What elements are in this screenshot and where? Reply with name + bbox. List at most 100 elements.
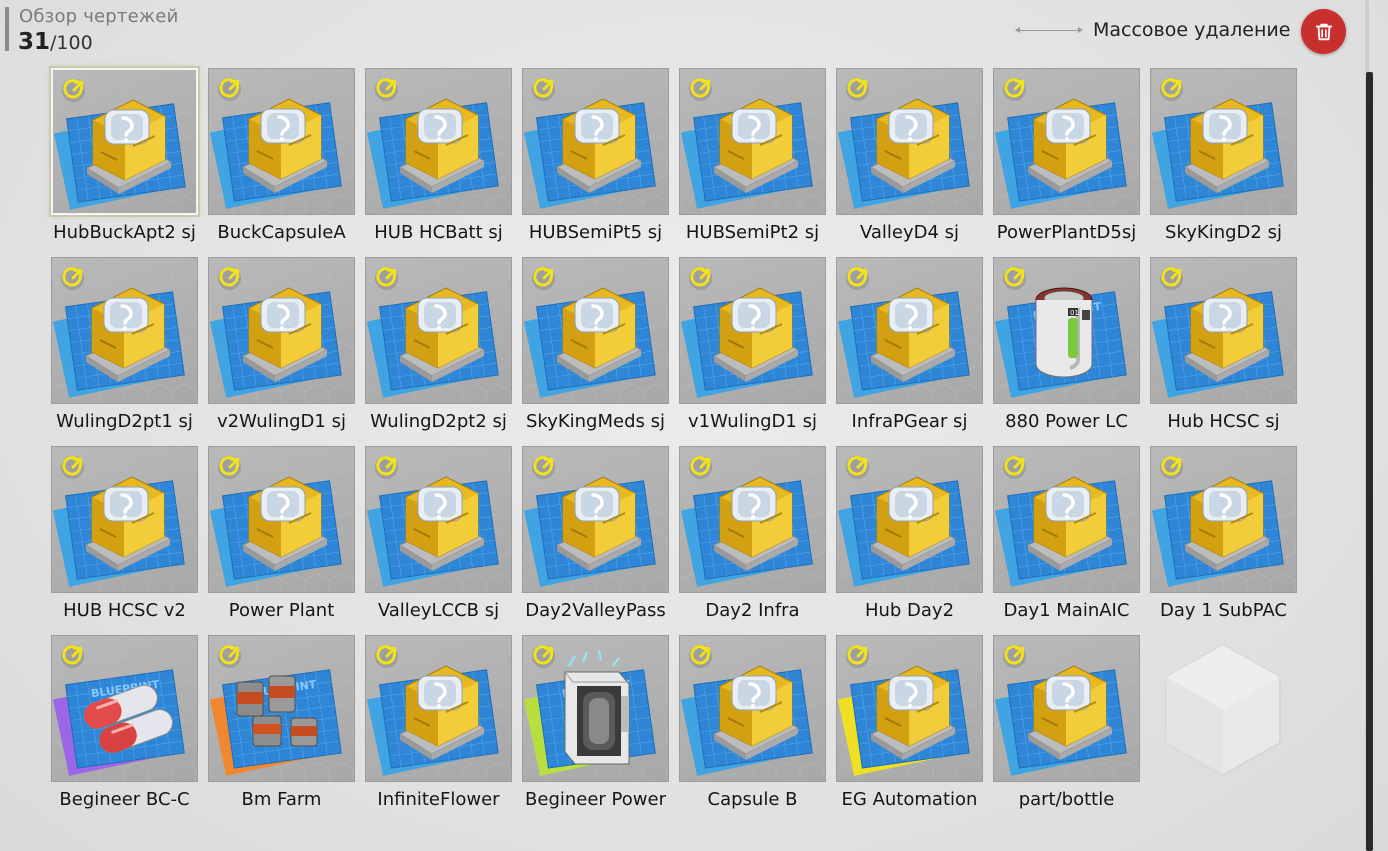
blueprint-tile[interactable]: BLUEPRINT Hub Day2	[836, 446, 983, 635]
blueprint-tile[interactable]: BLUEPRINT WulingD2pt1 sj	[51, 257, 198, 446]
blueprint-tile[interactable]: BLUEPRINT SkyKingMeds sj	[522, 257, 669, 446]
blueprint-tile[interactable]: BLUEPRINT HUBSemiPt5 sj	[522, 68, 669, 257]
rotate-arrow-icon	[60, 266, 85, 291]
blueprint-tile[interactable]: BLUEPRINT Hub HCSC sj	[1150, 257, 1297, 446]
blueprint-tile[interactable]: BLUEPRINT HubBuckApt2 sj	[51, 68, 198, 257]
blueprint-thumbnail[interactable]: BLUEPRINT	[365, 257, 512, 404]
blueprint-label: v1WulingD1 sj	[688, 411, 817, 432]
blueprint-label: Begineer BC-C	[59, 789, 190, 810]
count-max: /100	[50, 32, 93, 54]
trash-icon	[1315, 23, 1332, 40]
blueprint-thumbnail[interactable]: BLUEPRINT	[1150, 257, 1297, 404]
blueprint-label: Capsule B	[707, 789, 798, 810]
blueprint-thumbnail[interactable]: BLUEPRINT	[679, 68, 826, 215]
blueprint-label: 880 Power LC	[1005, 411, 1128, 432]
blueprint-thumbnail[interactable]: BLUEPRINT	[836, 446, 983, 593]
blueprint-thumbnail[interactable]: BLUEPRINT	[208, 68, 355, 215]
blueprint-tile[interactable]: BLUEPRINT HUBSemiPt2 sj	[679, 68, 826, 257]
rotate-arrow-icon	[845, 455, 870, 480]
blueprint-label: WulingD2pt2 sj	[370, 411, 507, 432]
blueprint-label: WulingD2pt1 sj	[56, 411, 193, 432]
blueprint-tile[interactable]: BLUEPRINT SkyKingD2 sj	[1150, 68, 1297, 257]
rotate-arrow-icon	[1002, 455, 1027, 480]
blueprint-thumbnail[interactable]: BLUEPRINT	[208, 446, 355, 593]
blueprint-thumbnail[interactable]: BLUEPRINT	[208, 635, 355, 782]
blueprint-tile[interactable]: BLUEPRINT HUB HCSC v2	[51, 446, 198, 635]
blueprint-tile[interactable]: BLUEPRINT InfiniteFlower	[365, 635, 512, 824]
blueprint-thumbnail[interactable]: BLUEPRINT	[679, 446, 826, 593]
blueprint-tile[interactable]: BLUEPRINT BuckCapsuleA	[208, 68, 355, 257]
blueprint-tile[interactable]: BLUEPRINT Day2 Infra	[679, 446, 826, 635]
blueprint-tile[interactable]: BLUEPRINT 01 880 Power LC	[993, 257, 1140, 446]
blueprint-label: InfraPGear sj	[851, 411, 968, 432]
blueprint-label: HUB HCBatt sj	[374, 222, 503, 243]
blueprint-thumbnail[interactable]: BLUEPRINT	[836, 257, 983, 404]
rotate-arrow-icon	[374, 266, 399, 291]
blueprint-thumbnail[interactable]: BLUEPRINT	[51, 446, 198, 593]
rotate-arrow-icon	[531, 266, 556, 291]
blueprint-tile[interactable]: BLUEPRINT EG Automation	[836, 635, 983, 824]
blueprint-thumbnail[interactable]: BLUEPRINT	[365, 68, 512, 215]
blueprint-tile[interactable]: BLUEPRINT Begineer BC-C	[51, 635, 198, 824]
blueprint-thumbnail[interactable]: BLUEPRINT	[1150, 68, 1297, 215]
blueprint-tile[interactable]: BLUEPRINT Bm Farm	[208, 635, 355, 824]
blueprint-thumbnail[interactable]: BLUEPRINT	[365, 635, 512, 782]
blueprint-tile[interactable]: BLUEPRINT v2WulingD1 sj	[208, 257, 355, 446]
rotate-arrow-icon	[688, 77, 713, 102]
blueprint-tile[interactable]: BLUEPRINT Power Plant	[208, 446, 355, 635]
rotate-arrow-icon	[688, 266, 713, 291]
scrollbar-thumb[interactable]	[1366, 72, 1373, 851]
blueprint-thumbnail[interactable]: BLUEPRINT	[51, 257, 198, 404]
blueprint-thumbnail[interactable]: BLUEPRINT	[522, 68, 669, 215]
rotate-arrow-icon	[688, 455, 713, 480]
blueprint-thumbnail[interactable]: BLUEPRINT	[993, 635, 1140, 782]
blueprint-thumbnail[interactable]: BLUEPRINT	[993, 68, 1140, 215]
blueprint-thumbnail[interactable]: BLUEPRINT	[51, 635, 198, 782]
mass-delete-label[interactable]: Массовое удаление	[1093, 19, 1290, 41]
rotate-arrow-icon	[60, 644, 85, 669]
blueprint-tile[interactable]: BLUEPRINT Capsule B	[679, 635, 826, 824]
blueprint-tile[interactable]: BLUEPRINT v1WulingD1 sj	[679, 257, 826, 446]
blueprint-tile[interactable]: BLUEPRINT HUB HCBatt sj	[365, 68, 512, 257]
blueprint-label: EG Automation	[841, 789, 978, 810]
blueprint-label: PowerPlantD5sj	[996, 222, 1137, 243]
rotate-arrow-icon	[531, 455, 556, 480]
rotate-arrow-icon	[1002, 77, 1027, 102]
blueprint-tile[interactable]: BLUEPRINT ValleyD4 sj	[836, 68, 983, 257]
page-title: Обзор чертежей	[19, 6, 179, 27]
blueprint-thumbnail[interactable]: BLUEPRINT	[679, 635, 826, 782]
blueprint-label: part/bottle	[1018, 789, 1115, 810]
blueprint-tile[interactable]: BLUEPRINT ValleyLCCB sj	[365, 446, 512, 635]
blueprint-label: Bm Farm	[241, 789, 322, 810]
blueprint-thumbnail[interactable]: BLUEPRINT	[208, 257, 355, 404]
empty-hexagon-icon	[1165, 643, 1281, 777]
header: Обзор чертежей 31/100 Массовое удаление	[0, 0, 1360, 58]
blueprint-tile[interactable]: BLUEPRINT InfraPGear sj	[836, 257, 983, 446]
blueprint-tile[interactable]: BLUEPRINT part/bottle	[993, 635, 1140, 824]
blueprint-label: HubBuckApt2 sj	[53, 222, 196, 243]
blueprint-tile[interactable]: BLUEPRINT Day 1 SubPAC	[1150, 446, 1297, 635]
blueprint-thumbnail[interactable]: BLUEPRINT	[522, 446, 669, 593]
blueprint-tile[interactable]: BLUEPRINT Day1 MainAIC	[993, 446, 1140, 635]
blueprint-tile[interactable]: BLUEPRINT Begineer Power	[522, 635, 669, 824]
blueprint-thumbnail[interactable]: BLUEPRINT	[365, 446, 512, 593]
rotate-arrow-icon	[1159, 266, 1184, 291]
blueprint-thumbnail[interactable]: BLUEPRINT	[836, 635, 983, 782]
blueprint-thumbnail[interactable]: BLUEPRINT	[522, 635, 669, 782]
mass-delete-button[interactable]	[1301, 9, 1346, 54]
blueprint-tile[interactable]: BLUEPRINT WulingD2pt2 sj	[365, 257, 512, 446]
blueprint-thumbnail[interactable]: BLUEPRINT 01	[993, 257, 1140, 404]
blueprint-thumbnail[interactable]: BLUEPRINT	[1150, 446, 1297, 593]
blueprint-label: ValleyD4 sj	[859, 222, 960, 243]
blueprint-label: ValleyLCCB sj	[377, 600, 500, 621]
blueprint-thumbnail[interactable]: BLUEPRINT	[836, 68, 983, 215]
blueprint-thumbnail[interactable]: BLUEPRINT	[679, 257, 826, 404]
blueprint-tile[interactable]: BLUEPRINT Day2ValleyPass	[522, 446, 669, 635]
blueprint-tile[interactable]: BLUEPRINT PowerPlantD5sj	[993, 68, 1140, 257]
rotate-arrow-icon	[845, 77, 870, 102]
blueprint-thumbnail[interactable]: BLUEPRINT	[51, 68, 198, 215]
blueprint-label: HUBSemiPt5 sj	[528, 222, 663, 243]
blueprint-thumbnail[interactable]: BLUEPRINT	[522, 257, 669, 404]
blueprint-thumbnail[interactable]: BLUEPRINT	[993, 446, 1140, 593]
blueprint-label: Begineer Power	[525, 789, 666, 810]
